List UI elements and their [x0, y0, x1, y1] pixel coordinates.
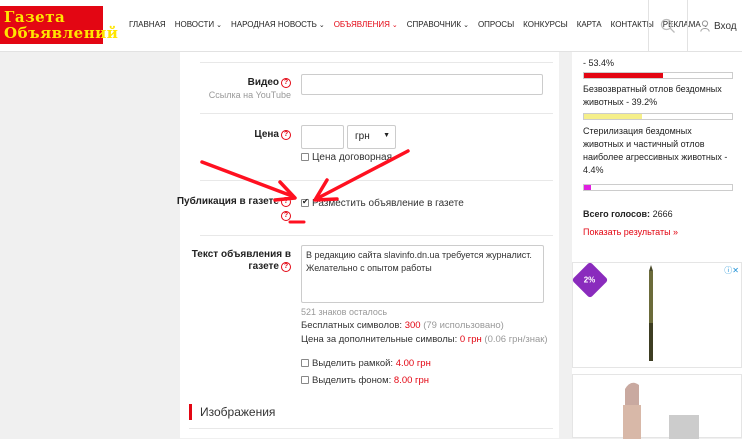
publish-checkbox-label: Разместить объявление в газете — [312, 198, 464, 209]
logo-line1: Газета — [4, 8, 66, 26]
negotiable-checkbox[interactable] — [301, 153, 309, 161]
poll-bar-fill — [584, 185, 591, 190]
bg-checkbox[interactable] — [301, 376, 309, 384]
help-icon[interactable]: ? — [281, 211, 291, 221]
nav-item-label: Главная — [129, 20, 166, 29]
video-label: Видео — [247, 77, 279, 88]
free-symbols-label: Бесплатных символов: — [301, 320, 403, 331]
poll-option-3-text: Стерилизация бездомных животных и частич… — [583, 126, 728, 175]
help-icon[interactable]: ? — [281, 197, 291, 207]
nav-item-label: Справочник — [406, 20, 462, 29]
negotiable-label: Цена договорная — [312, 152, 393, 163]
nav-item[interactable]: Объявления ⌄ — [334, 20, 398, 29]
frame-label: Выделить рамкой: — [312, 358, 394, 369]
nav-item-label: Объявления — [333, 20, 390, 29]
poll-bar-2 — [583, 113, 733, 120]
poll-total: Всего голосов: 2666 — [583, 209, 673, 219]
text-label-line2: газете — [248, 261, 279, 272]
publish-option[interactable]: Разместить объявление в газете — [301, 197, 464, 209]
free-symbols-used: (79 использовано) — [423, 320, 504, 331]
chevron-down-icon: ⌄ — [216, 21, 223, 29]
poll-total-value: 2666 — [652, 209, 673, 219]
frame-option[interactable]: Выделить рамкой: 4.00 грн — [301, 358, 431, 369]
search-icon — [660, 18, 675, 33]
nav-item-label: Карта — [576, 20, 602, 29]
chevron-down-icon: ⌄ — [318, 21, 325, 29]
sidebar: - 53.4% Безвозвратный отлов бездомных жи… — [571, 52, 742, 439]
poll-bar-fill — [584, 73, 664, 78]
extra-price-value: 0 грн — [459, 334, 482, 345]
frame-checkbox[interactable] — [301, 359, 309, 367]
chars-left: 521 знаков осталось — [301, 307, 388, 317]
show-results-link[interactable]: Показать результаты » — [583, 227, 678, 237]
negotiable-option[interactable]: Цена договорная — [301, 152, 392, 163]
bg-label: Выделить фоном: — [312, 375, 392, 386]
chevron-down-icon: ⌄ — [463, 21, 469, 29]
publish-label-block: Публикация в газете? ? — [177, 196, 291, 222]
help-icon[interactable]: ? — [281, 130, 291, 140]
poll-total-label: Всего голосов: — [583, 209, 651, 219]
extra-price-rate: (0.06 грн/знак) — [484, 334, 548, 345]
poll-option-2-text: Безвозвратный отлов бездомных животных -… — [583, 84, 722, 107]
video-label-block: Видео? Ссылка на YouTube — [209, 77, 291, 101]
frame-price: 4.00 грн — [395, 358, 431, 369]
nav-item[interactable]: Главная — [129, 20, 166, 29]
ad-form: Видео? Ссылка на YouTube Цена? грн ▼ Цен… — [177, 52, 559, 438]
divider — [200, 235, 553, 236]
nav-item[interactable]: Конкурсы — [523, 20, 568, 29]
price-label: Цена — [254, 129, 279, 140]
poll-bar-1 — [583, 72, 733, 79]
divider — [200, 62, 553, 63]
free-symbols-line: Бесплатных символов: 300 (79 использован… — [301, 320, 504, 331]
nav-item-label: Новости — [174, 20, 215, 29]
site-logo[interactable]: Газета Объявлений — [0, 6, 119, 44]
dropdown-arrow-icon: ▼ — [383, 132, 390, 139]
nav-item-label: Конкурсы — [523, 20, 568, 29]
extra-price-line: Цена за дополнительные символы: 0 грн (0… — [301, 334, 548, 345]
publish-label: Публикация в газете — [176, 196, 279, 207]
poll-option-1-text: - 53.4% — [583, 58, 615, 68]
nav-item[interactable]: Справочник ⌄ — [407, 20, 469, 29]
nav-item[interactable]: Народная новость ⌄ — [231, 20, 325, 29]
help-icon[interactable]: ? — [281, 262, 291, 272]
nav-item-label: Опросы — [477, 20, 515, 29]
login-link[interactable]: Вход — [700, 20, 737, 32]
divider — [200, 180, 553, 181]
nav-item[interactable]: Опросы — [478, 20, 514, 29]
help-icon[interactable]: ? — [281, 78, 291, 88]
bg-option[interactable]: Выделить фоном: 8.00 грн — [301, 375, 429, 386]
logo-line2: Объявлений — [4, 24, 119, 42]
currency-select[interactable]: грн ▼ — [347, 125, 396, 149]
price-label-block: Цена? — [254, 129, 291, 141]
divider — [200, 113, 553, 114]
video-url-input[interactable] — [301, 74, 543, 95]
nav-item[interactable]: Карта — [577, 20, 602, 29]
ad-banner[interactable]: 2% ⓘ✕ — [571, 261, 742, 368]
publish-checkbox[interactable] — [301, 197, 309, 207]
site-header: Газета Объявлений Главная Новости ⌄ Народна… — [0, 0, 742, 52]
currency-value: грн — [355, 131, 370, 142]
free-symbols-value: 300 — [404, 320, 421, 331]
divider — [189, 428, 553, 429]
bg-price: 8.00 грн — [393, 375, 430, 386]
lipstick-image — [623, 382, 699, 439]
main-nav: Главная Новости ⌄ Народная новость ⌄ Объявлен… — [129, 20, 718, 29]
nav-item-label: Народная новость — [231, 20, 317, 29]
eyeliner-pencil-image — [649, 265, 653, 361]
ad-text-textarea[interactable]: В редакцию сайта slavinfo.dn.ua требуетс… — [301, 245, 544, 303]
ad-banner-2[interactable] — [572, 374, 742, 439]
poll-bar-fill — [584, 114, 643, 119]
extra-price-label: Цена за дополнительные символы: — [301, 334, 458, 345]
user-icon — [700, 20, 710, 32]
text-label-block: Текст объявления в газете? — [192, 249, 291, 273]
text-label-line1: Текст объявления в — [191, 249, 291, 260]
search-button[interactable] — [648, 0, 688, 52]
poll-bar-3 — [583, 184, 733, 191]
login-label: Вход — [714, 20, 737, 32]
video-sublabel: Ссылка на YouTube — [208, 90, 291, 100]
price-input[interactable] — [301, 125, 344, 149]
images-section-title: Изображения — [189, 404, 275, 420]
nav-item[interactable]: Новости ⌄ — [175, 20, 222, 29]
chevron-down-icon: ⌄ — [391, 21, 398, 29]
